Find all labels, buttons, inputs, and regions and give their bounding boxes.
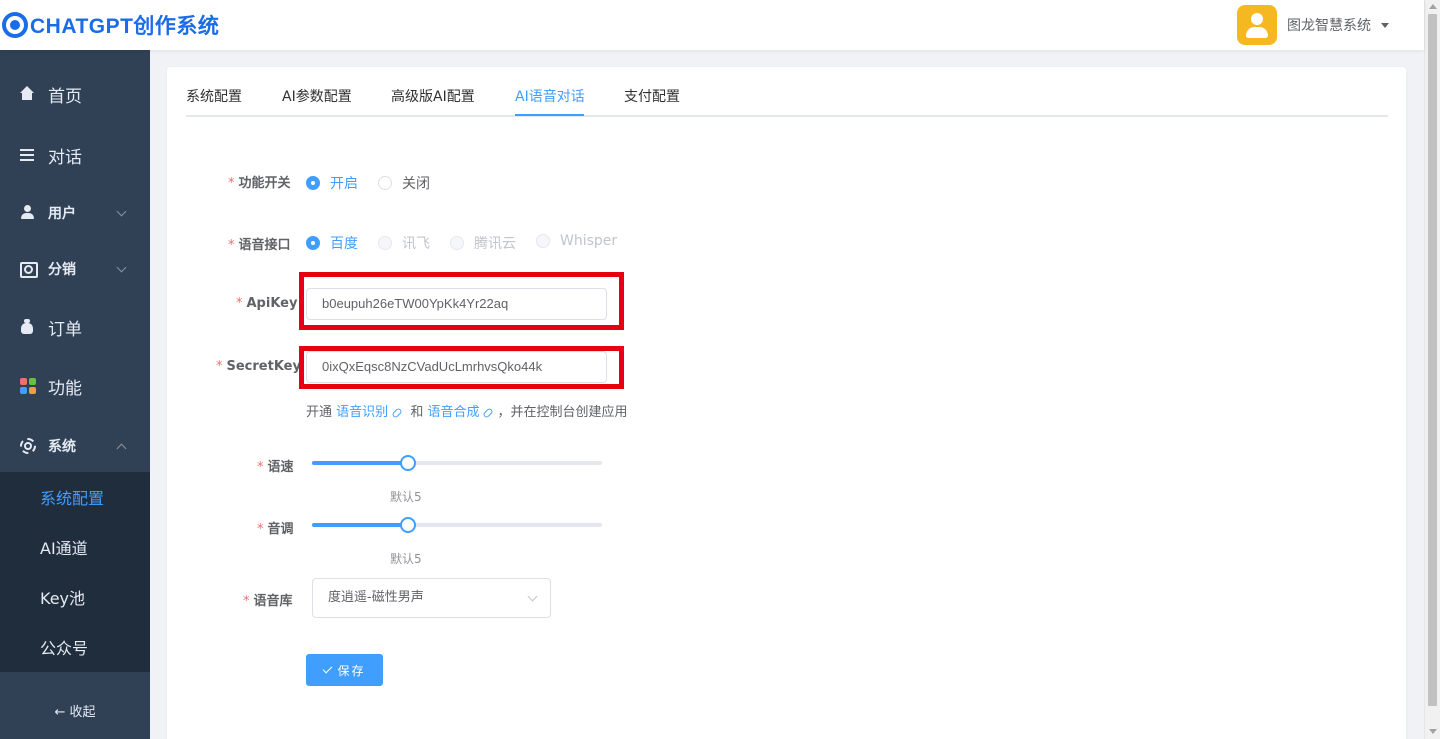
tab-system-config[interactable]: 系统配置 <box>186 67 242 117</box>
sidebar-item-label: 首页 <box>48 86 82 107</box>
submenu-item-official-account[interactable]: 公众号 <box>0 622 150 672</box>
sidebar-item-users[interactable]: 用户 <box>0 185 150 241</box>
chevron-down-icon <box>527 591 538 602</box>
sidebar-item-chat[interactable]: 对话 <box>0 127 150 183</box>
apikey-input[interactable]: b0eupuh26eTW00YpKk4Yr22aq <box>306 288 607 320</box>
speed-slider-fill <box>312 461 408 465</box>
caret-down-icon[interactable] <box>1381 22 1389 28</box>
sidebar-item-label: 对话 <box>48 147 82 168</box>
chevron-up-icon <box>116 443 127 453</box>
system-submenu: 系统配置 AI通道 Key池 公众号 <box>0 472 150 672</box>
voice-label: * 语音库 <box>243 594 293 609</box>
tone-slider-handle[interactable] <box>399 517 416 533</box>
radio-dot <box>536 234 550 248</box>
radio-dot <box>306 236 320 250</box>
switch-label: * 功能开关 <box>228 176 291 191</box>
tone-slider[interactable] <box>312 517 602 533</box>
sidebar-item-features[interactable]: 功能 <box>0 358 150 414</box>
scroll-thumb[interactable] <box>1428 14 1437 706</box>
tone-slider-fill <box>312 523 408 527</box>
speed-hint: 默认5 <box>390 490 422 504</box>
top-header: CHATGPT创作系统 图龙智慧系统 <box>0 0 1424 50</box>
submenu-item-system-config[interactable]: 系统配置 <box>0 472 150 522</box>
check-icon <box>323 663 333 674</box>
link-icon <box>482 406 495 419</box>
chevron-down-icon <box>116 262 127 272</box>
avatar[interactable] <box>1237 5 1277 45</box>
logo-icon <box>2 12 28 38</box>
sidebar: 首页 对话 用户 分销 订单 功能 系统 系统配置 AI通道 Key池 公众号 … <box>0 50 150 739</box>
settings-tabs: 系统配置 AI参数配置 高级版AI配置 AI语音对话 支付配置 <box>186 67 1388 117</box>
submenu-item-ai-channel[interactable]: AI通道 <box>0 522 150 572</box>
radio-api-tencent: 腾讯云 <box>450 233 516 253</box>
speed-label: * 语速 <box>257 460 294 475</box>
api-label: * 语音接口 <box>228 238 291 253</box>
logo[interactable]: CHATGPT创作系统 <box>2 10 219 40</box>
grid-icon <box>20 378 36 394</box>
sidebar-item-label: 系统 <box>48 439 76 455</box>
radio-switch-off[interactable]: 关闭 <box>378 173 430 193</box>
speech-recognition-link[interactable]: 语音识别 <box>336 405 388 420</box>
distribution-icon <box>20 261 38 278</box>
scroll-down-icon[interactable] <box>1429 729 1437 734</box>
sidebar-item-system[interactable]: 系统 <box>0 418 150 474</box>
logo-text: CHATGPT创作系统 <box>30 15 220 38</box>
save-button[interactable]: 保存 <box>306 654 383 686</box>
gear-icon <box>20 438 36 454</box>
sidebar-item-label: 用户 <box>48 206 76 222</box>
tone-label: * 音调 <box>257 522 294 537</box>
radio-api-whisper: Whisper <box>536 233 617 249</box>
radio-dot <box>450 236 464 250</box>
voice-select[interactable]: 度逍遥-磁性男声 <box>312 578 551 618</box>
link-icon <box>391 406 403 419</box>
radio-dot <box>306 176 320 190</box>
radio-dot <box>378 236 392 250</box>
radio-api-xunfei: 讯飞 <box>378 233 430 253</box>
sidebar-item-label: 功能 <box>48 378 82 399</box>
user-menu[interactable]: 图龙智慧系统 <box>1237 5 1389 45</box>
settings-card: 系统配置 AI参数配置 高级版AI配置 AI语音对话 支付配置 * 功能开关 开启… <box>166 66 1407 739</box>
radio-switch-on[interactable]: 开启 <box>306 173 358 193</box>
home-icon <box>20 86 36 102</box>
collapse-sidebar-button[interactable]: ← 收起 <box>0 694 150 726</box>
tab-ai-voice[interactable]: AI语音对话 <box>515 67 585 117</box>
active-tab-indicator <box>515 114 584 116</box>
money-bag-icon <box>20 319 36 335</box>
sidebar-item-distribution[interactable]: 分销 <box>0 241 150 297</box>
user-name[interactable]: 图龙智慧系统 <box>1287 15 1371 35</box>
apikey-label: * ApiKey <box>236 296 298 311</box>
chevron-down-icon <box>116 206 127 216</box>
menu-icon <box>20 147 36 163</box>
speed-slider[interactable] <box>312 455 602 471</box>
speech-synthesis-link[interactable]: 语音合成 <box>427 405 479 420</box>
tone-hint: 默认5 <box>390 552 422 566</box>
page-scrollbar[interactable] <box>1424 0 1440 739</box>
api-hint: 开通 语音识别 和 语音合成 ，并在控制台创建应用 <box>306 405 628 420</box>
scroll-up-icon[interactable] <box>1429 4 1437 9</box>
secretkey-label: * SecretKey <box>216 359 301 374</box>
radio-dot <box>378 176 392 190</box>
secretkey-input[interactable]: 0ixQxEqsc8NzCVadUcLmrhvsQko44k <box>306 351 607 383</box>
tab-advanced-ai[interactable]: 高级版AI配置 <box>391 67 475 117</box>
tab-ai-params[interactable]: AI参数配置 <box>282 67 352 117</box>
speed-slider-handle[interactable] <box>399 455 416 471</box>
sidebar-item-orders[interactable]: 订单 <box>0 299 150 355</box>
voice-select-value: 度逍遥-磁性男声 <box>328 590 424 605</box>
sidebar-item-home[interactable]: 首页 <box>0 66 150 122</box>
sidebar-item-label: 订单 <box>48 319 82 340</box>
sidebar-item-label: 分销 <box>48 262 76 278</box>
radio-api-baidu[interactable]: 百度 <box>306 233 358 253</box>
submenu-item-key-pool[interactable]: Key池 <box>0 572 150 622</box>
user-icon <box>20 205 36 221</box>
tab-payment[interactable]: 支付配置 <box>624 67 680 117</box>
